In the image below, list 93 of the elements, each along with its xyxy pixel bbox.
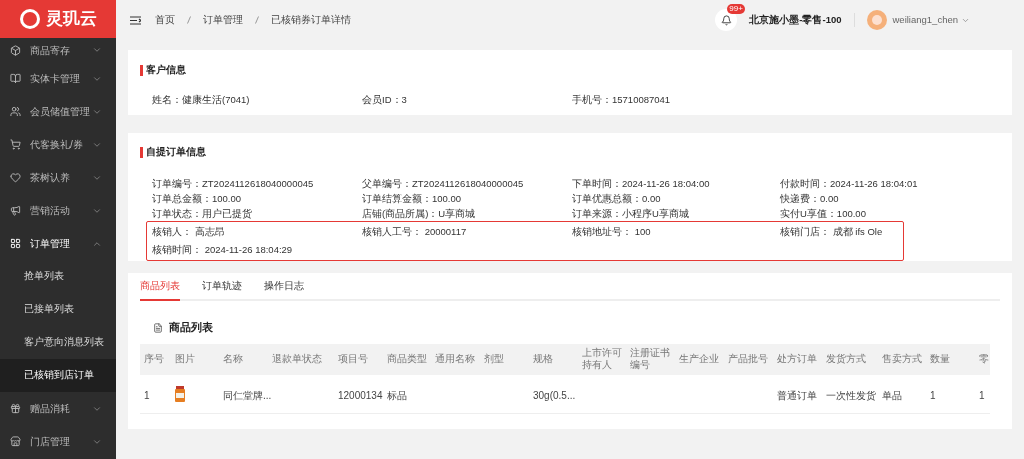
section-title: 客户信息 xyxy=(146,63,186,77)
table-cell: 单品 xyxy=(882,389,902,401)
table-cell: 一次性发货 xyxy=(826,389,876,401)
info-field: 订单状态：用户已提货 xyxy=(152,206,362,222)
info-field: 订单结算金额：100.00 xyxy=(362,191,572,207)
sidebar-item[interactable]: 实体卡管理 xyxy=(0,62,116,95)
info-field: 核销门店： 成都 ifs Ole xyxy=(780,224,902,243)
breadcrumb-separator xyxy=(187,16,191,24)
sidebar-item[interactable]: 营销活动 xyxy=(0,194,116,227)
sidebar-item[interactable]: 门店管理 xyxy=(0,425,116,458)
info-field: 核销人： 高志昂 xyxy=(152,224,362,243)
column-header: 剂型 xyxy=(483,353,505,366)
column-header: 上市许可持有人 xyxy=(581,347,623,372)
info-field: 快递费：0.00 xyxy=(780,191,990,207)
title-accent xyxy=(140,64,143,76)
info-field: 实付U享值：100.00 xyxy=(780,206,990,222)
table-cell: 12000134 xyxy=(338,389,383,401)
info-field: 店铺(商品所属)：U享商城 xyxy=(362,206,572,222)
column-header: 产品批号 xyxy=(727,353,769,366)
breadcrumb-link[interactable]: 已核销券订单详情 xyxy=(271,12,351,28)
document-icon xyxy=(153,322,163,333)
info-field: 付款时间：2024-11-26 18:04:01 xyxy=(780,176,990,192)
info-field: 核销时间： 2024-11-26 18:04:29 xyxy=(152,242,362,261)
menu-icon[interactable] xyxy=(130,15,141,25)
logo-icon xyxy=(19,9,40,29)
breadcrumb-link[interactable]: 首页 xyxy=(155,12,175,28)
store-icon xyxy=(10,436,21,447)
table-cell: 标品 xyxy=(387,389,407,401)
sidebar-item[interactable]: 茶树认养 xyxy=(0,161,116,194)
submenu-item[interactable]: 客户意向消息列表 xyxy=(0,326,116,359)
notification-badge: 99+ xyxy=(727,4,745,14)
submenu-item[interactable]: 已接单列表 xyxy=(0,293,116,326)
column-header: 生产企业 xyxy=(678,353,720,366)
box-icon xyxy=(10,44,21,56)
sidebar-item[interactable]: 商品寄存 xyxy=(0,38,116,62)
notification-button[interactable] xyxy=(715,9,738,31)
sidebar-item[interactable]: 订单管理 xyxy=(0,227,116,260)
info-field: 姓名：健康生活(7041) xyxy=(152,92,362,108)
column-header: 处方订单 xyxy=(776,353,818,366)
table-cell: 1 xyxy=(979,389,985,401)
table-cell: 1 xyxy=(930,389,936,401)
column-header: 规格 xyxy=(532,353,554,366)
info-field: 订单总金额：100.00 xyxy=(152,191,362,207)
info-field: 订单优惠总额：0.00 xyxy=(572,191,780,207)
heart-icon xyxy=(10,172,21,183)
column-header: 名称 xyxy=(222,353,244,366)
column-header: 注册证书编号 xyxy=(629,347,671,372)
table-cell: 1 xyxy=(144,389,150,401)
store-name[interactable]: 北京施小墨-零售-100 xyxy=(749,12,842,28)
column-header: 退款单状态 xyxy=(271,353,323,366)
bell-icon xyxy=(720,14,732,26)
gift-icon xyxy=(10,403,21,414)
breadcrumb-link[interactable]: 订单管理 xyxy=(203,12,243,28)
logo-text: 灵玑云 xyxy=(45,8,97,31)
column-header: 零 xyxy=(978,353,990,366)
info-field: 订单来源：小程序U享商城 xyxy=(572,206,780,222)
table-title: 商品列表 xyxy=(169,320,213,336)
sidebar-item[interactable]: 赠品消耗 xyxy=(0,392,116,425)
megaphone-icon xyxy=(10,205,21,216)
tab[interactable]: 操作日志 xyxy=(264,273,304,302)
column-header: 商品类型 xyxy=(386,353,428,366)
column-header: 序号 xyxy=(143,353,165,366)
column-header: 数量 xyxy=(929,353,951,366)
chevron-icon xyxy=(92,45,102,55)
info-field: 会员ID：3 xyxy=(362,92,572,108)
column-header: 项目号 xyxy=(337,353,369,366)
sidebar-item[interactable]: 代客换礼/券 xyxy=(0,128,116,161)
column-header: 售卖方式 xyxy=(881,353,923,366)
info-field: 手机号：15710087041 xyxy=(572,92,782,108)
users-icon xyxy=(10,106,21,117)
info-field: 下单时间：2024-11-26 18:04:00 xyxy=(572,176,780,192)
table-cell: 同仁堂牌... xyxy=(223,389,272,401)
cart-icon xyxy=(10,139,21,150)
info-field: 父单编号：ZT2024112618040000045 xyxy=(362,176,572,192)
column-header: 通用名称 xyxy=(434,353,476,366)
table-cell: 30g(0.5... xyxy=(533,389,576,401)
info-field: 核销人工号： 20000117 xyxy=(362,224,572,243)
user-name[interactable]: weiliang1_chen xyxy=(892,12,958,28)
grid-icon xyxy=(10,238,21,249)
sidebar-item[interactable]: 会员储值管理 xyxy=(0,95,116,128)
title-accent xyxy=(140,146,143,158)
book-icon xyxy=(10,73,21,84)
breadcrumb-separator xyxy=(255,16,259,24)
submenu-item[interactable]: 抢单列表 xyxy=(0,260,116,293)
tab[interactable]: 商品列表 xyxy=(140,273,180,302)
section-title: 自提订单信息 xyxy=(146,145,206,159)
column-header: 发货方式 xyxy=(825,353,867,366)
info-field: 订单编号：ZT2024112618040000045 xyxy=(152,176,362,192)
submenu-item[interactable]: 已核销到店订单 xyxy=(0,359,116,392)
table-cell: 普通订单 xyxy=(777,389,817,401)
tab[interactable]: 订单轨迹 xyxy=(202,273,242,302)
info-field: 核销地址号： 100 xyxy=(572,224,780,243)
column-header: 图片 xyxy=(174,353,196,366)
